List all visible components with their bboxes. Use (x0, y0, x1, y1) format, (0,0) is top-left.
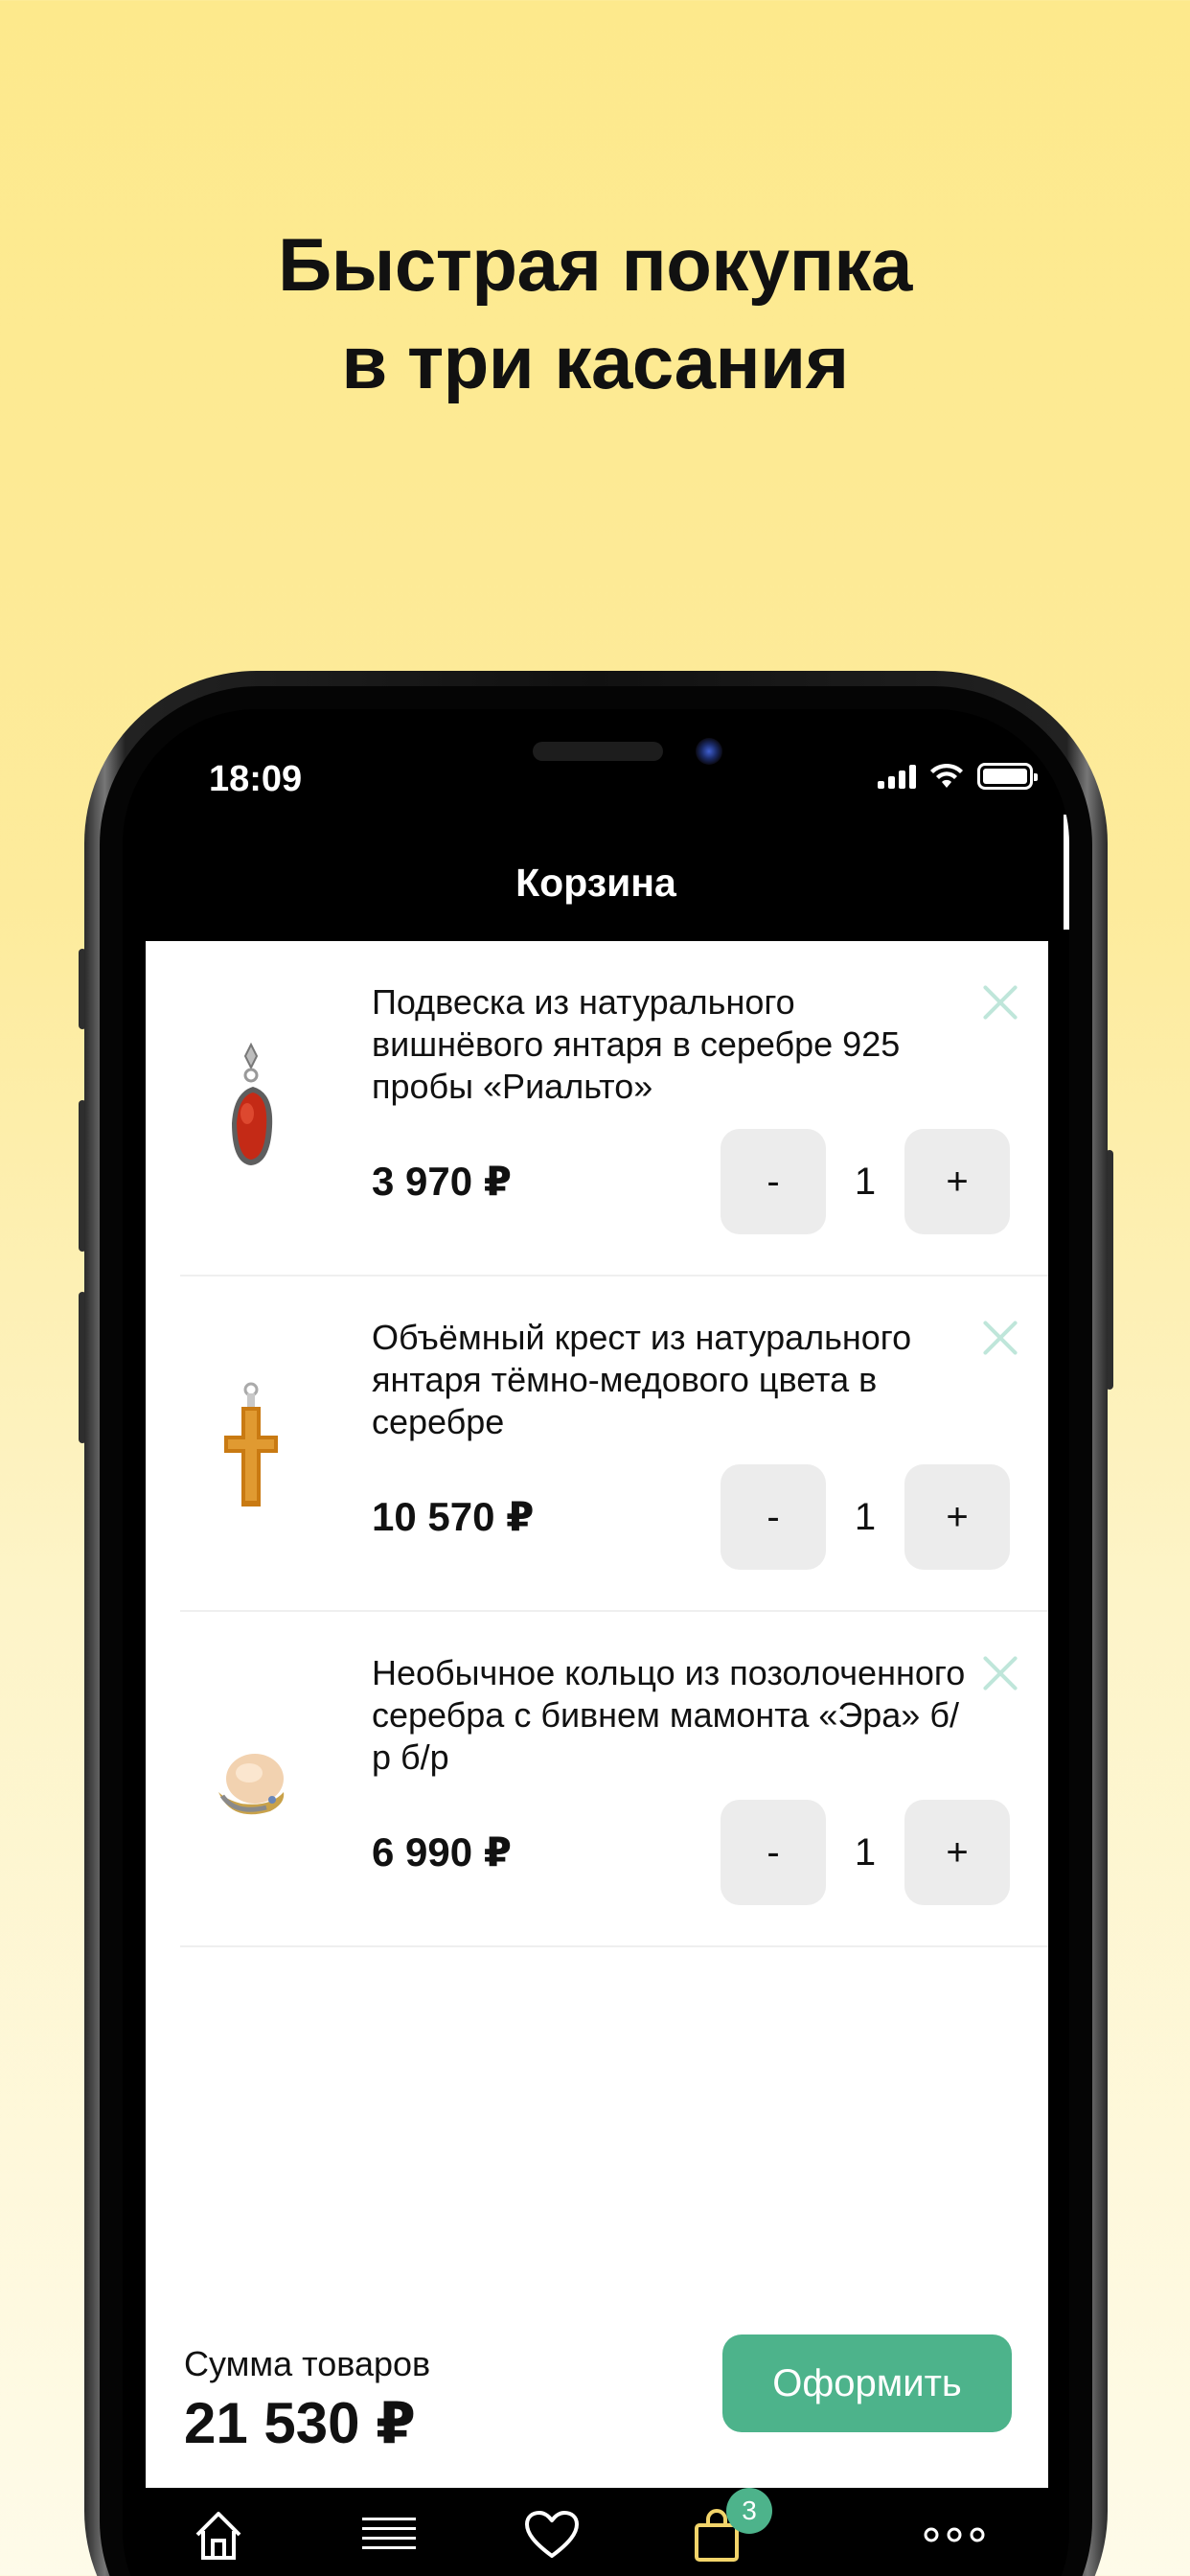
home-icon (195, 2512, 241, 2560)
wifi-icon (930, 763, 963, 788)
tab-catalog[interactable] (351, 2501, 427, 2568)
tab-bar: 3 (123, 2488, 1069, 2576)
decrease-quantity-button[interactable]: - (721, 1464, 826, 1570)
amber-pendant-icon (232, 1042, 273, 1165)
increase-quantity-button[interactable]: + (904, 1800, 1010, 1905)
quantity-value: 1 (854, 1495, 877, 1538)
tab-favorites[interactable] (514, 2501, 590, 2568)
phone-screen: 18:09 Корзина Подвеска из натурального в… (123, 709, 1069, 2576)
promo-line-2: в три касания (341, 320, 849, 404)
decrease-quantity-button[interactable]: - (721, 1800, 826, 1905)
increase-quantity-button[interactable]: + (904, 1464, 1010, 1570)
quantity-value: 1 (854, 1830, 877, 1874)
page-title: Корзина (515, 861, 676, 905)
item-divider (180, 1945, 1048, 1947)
more-icon (924, 2527, 985, 2542)
remove-item-icon[interactable] (981, 1319, 1019, 1357)
status-icons (878, 763, 1038, 790)
cellular-signal-icon (878, 764, 916, 789)
promo-headline: Быстрая покупка в три касания (0, 216, 1190, 411)
quantity-stepper: - 1 + (721, 1129, 1010, 1234)
heart-icon (525, 2511, 579, 2558)
cart-count-badge: 3 (726, 2488, 772, 2534)
quantity-value: 1 (854, 1160, 877, 1203)
earpiece-speaker (533, 742, 663, 761)
remove-item-icon[interactable] (981, 983, 1019, 1022)
remove-item-icon[interactable] (981, 1654, 1019, 1692)
item-price: 6 990 ₽ (372, 1829, 512, 1874)
order-summary: Сумма товаров 21 530 ₽ Оформить (146, 2334, 1048, 2488)
sum-label: Сумма товаров (184, 2344, 431, 2383)
tab-home[interactable] (180, 2501, 257, 2568)
mammoth-ring-icon (218, 1754, 285, 1815)
menu-icon (362, 2518, 416, 2549)
quantity-stepper: - 1 + (721, 1800, 1010, 1905)
item-title[interactable]: Подвеска из натурального вишнёвого янтар… (372, 981, 966, 1108)
tab-cart[interactable]: 3 (678, 2488, 772, 2568)
item-price: 3 970 ₽ (372, 1159, 512, 1204)
cart-item[interactable]: Объёмный крест из натурального янтаря тё… (146, 1276, 1048, 1612)
battery-icon (977, 763, 1038, 790)
item-price: 10 570 ₽ (372, 1494, 535, 1539)
cart-item[interactable]: Подвеска из натурального вишнёвого янтар… (146, 941, 1048, 1276)
status-time: 18:09 (209, 759, 303, 799)
cart-list[interactable]: Подвеска из натурального вишнёвого янтар… (146, 941, 1048, 2488)
increase-quantity-button[interactable]: + (904, 1129, 1010, 1234)
item-title[interactable]: Необычное кольцо из позолоченного серебр… (372, 1652, 966, 1779)
sum-total: 21 530 ₽ (184, 2391, 416, 2455)
item-title[interactable]: Объёмный крест из натурального янтаря тё… (372, 1317, 966, 1443)
tab-more[interactable] (916, 2501, 993, 2568)
front-camera-icon (696, 738, 722, 765)
cart-item[interactable]: Необычное кольцо из позолоченного серебр… (146, 1612, 1048, 1947)
decrease-quantity-button[interactable]: - (721, 1129, 826, 1234)
promo-line-1: Быстрая покупка (278, 222, 912, 307)
amber-cross-icon (224, 1382, 278, 1506)
quantity-stepper: - 1 + (721, 1464, 1010, 1570)
checkout-button[interactable]: Оформить (722, 2334, 1012, 2432)
